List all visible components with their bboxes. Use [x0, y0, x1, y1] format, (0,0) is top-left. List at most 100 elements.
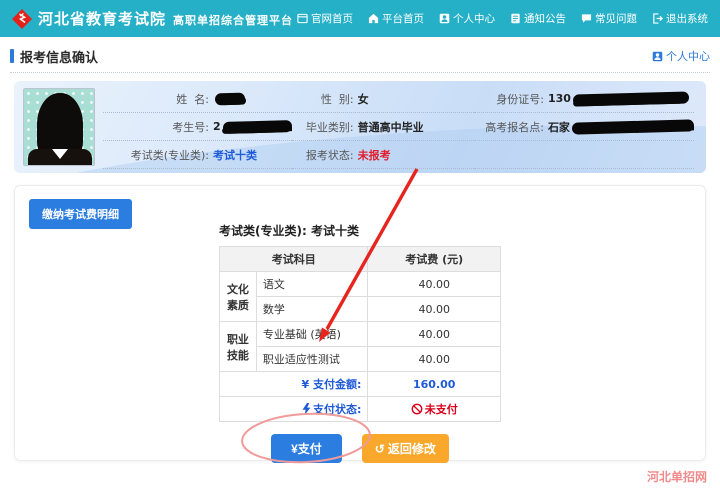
nav-faq[interactable]: 常见问题	[581, 11, 637, 26]
payment-amount-row: ¥ 支付金额: 160.00	[220, 372, 501, 397]
nav-announcements[interactable]: 通知公告	[510, 11, 566, 26]
candidate-fields-grid: 姓 名: 性 别: 女 身份证号: 130 考生号: 2 毕业类别: 普通高中毕…	[103, 85, 694, 169]
subject-math: 数学	[256, 297, 368, 322]
payment-status-value-text: 未支付	[425, 403, 458, 416]
registration-status-value: 未报考	[358, 147, 391, 163]
user-card-icon	[439, 13, 450, 24]
lightning-icon	[302, 403, 311, 415]
candidate-number-prefix: 2	[213, 120, 221, 133]
field-name: 姓 名:	[103, 85, 292, 113]
nav-logout[interactable]: 退出系统	[652, 11, 708, 26]
personal-center-label: 个人中心	[666, 48, 710, 64]
payment-status-label: 支付状态:	[220, 397, 368, 422]
nav-label: 官网首页	[311, 11, 353, 26]
col-header-fee: 考试费 (元)	[368, 247, 501, 272]
logout-icon	[652, 13, 663, 24]
pay-button[interactable]: ¥支付	[271, 434, 342, 463]
candidate-info-card: 姓 名: 性 别: 女 身份证号: 130 考生号: 2 毕业类别: 普通高中毕…	[14, 81, 706, 173]
graduation-type-label: 毕业类别:	[292, 119, 354, 135]
fee-confirmation-card: 缴纳考试费明细 考试类(专业类): 考试十类 考试科目 考试费 (元) 文化素质…	[14, 185, 706, 461]
undo-icon: ↺	[375, 442, 385, 456]
nav-personal-center[interactable]: 个人中心	[439, 11, 495, 26]
payment-amount-label: ¥ 支付金额:	[220, 372, 368, 397]
exam-class-value: 考试十类	[213, 147, 257, 163]
registration-point-prefix: 石家	[548, 119, 570, 135]
section-header: 报考信息确认 个人中心	[10, 45, 710, 67]
exam-class-label: 考试类(专业类):	[103, 147, 209, 163]
home-icon	[368, 13, 379, 24]
subject-chinese: 语文	[256, 272, 368, 297]
subject-aptitude-test: 职业适应性测试	[256, 347, 368, 372]
redaction-mark-registration-point	[572, 119, 694, 134]
field-candidate-number: 考生号: 2	[103, 113, 292, 141]
id-value-prefix: 130	[548, 92, 571, 105]
payment-status-row: 支付状态: 未支付	[220, 397, 501, 422]
nav-label: 平台首页	[382, 11, 424, 26]
table-row: 文化素质 语文 40.00	[220, 272, 501, 297]
gender-label: 性 别:	[292, 91, 354, 107]
fee-aptitude-test: 40.00	[368, 347, 501, 372]
announcement-icon	[510, 13, 521, 24]
nav-label: 退出系统	[666, 11, 708, 26]
photo-collar	[52, 149, 68, 159]
back-to-modify-label: 返回修改	[388, 442, 436, 456]
candidate-number-label: 考生号:	[103, 119, 209, 135]
fee-table-section: 考试类(专业类): 考试十类 考试科目 考试费 (元) 文化素质 语文 40.0…	[219, 186, 501, 463]
fee-table-header-row: 考试科目 考试费 (元)	[220, 247, 501, 272]
top-header-bar: 河北省教育考试院 高职单招综合管理平台 官网首页 平台首页 个人中心 通知公告 …	[0, 0, 720, 37]
fee-chinese: 40.00	[368, 272, 501, 297]
field-graduation-type: 毕业类别: 普通高中毕业	[292, 113, 474, 141]
field-gender: 性 别: 女	[292, 85, 474, 113]
page-title: 报考信息确认	[20, 47, 98, 66]
site-watermark: 河北单招网	[647, 468, 707, 485]
candidate-photo	[23, 88, 95, 166]
table-row: 数学 40.00	[220, 297, 501, 322]
col-header-subject: 考试科目	[220, 247, 368, 272]
group-vocational-skill: 职业技能	[220, 322, 257, 372]
field-empty	[474, 141, 694, 169]
user-card-icon	[652, 51, 663, 62]
nav-label: 个人中心	[453, 11, 495, 26]
gender-value: 女	[358, 91, 369, 107]
registration-status-label: 报考状态:	[292, 147, 354, 163]
graduation-type-value: 普通高中毕业	[358, 119, 424, 135]
prohibited-icon	[411, 403, 423, 415]
payment-status-label-text: 支付状态:	[313, 403, 361, 416]
fee-table-title-value: 考试十类	[311, 224, 359, 238]
registration-point-label: 高考报名点:	[474, 119, 544, 135]
pay-exam-fee-detail-button[interactable]: 缴纳考试费明细	[29, 199, 132, 229]
top-nav: 官网首页 平台首页 个人中心 通知公告 常见问题 退出系统	[297, 11, 708, 26]
action-buttons: ¥支付 ↺返回修改	[219, 434, 501, 463]
table-row: 职业技能 专业基础 (英语) 40.00	[220, 322, 501, 347]
fee-professional-basics: 40.00	[368, 322, 501, 347]
nav-official-home[interactable]: 官网首页	[297, 11, 353, 26]
personal-center-link[interactable]: 个人中心	[652, 48, 710, 64]
site-logo-icon	[12, 9, 32, 29]
section-accent-bar	[10, 49, 14, 63]
name-label: 姓 名:	[103, 91, 209, 107]
fee-table: 考试科目 考试费 (元) 文化素质 语文 40.00 数学 40.00 职业技能…	[219, 246, 501, 422]
group-cultural-quality: 文化素质	[220, 272, 257, 322]
redaction-mark-candidate-number	[223, 120, 292, 134]
field-id-number: 身份证号: 130	[474, 85, 694, 113]
org-name: 河北省教育考试院	[38, 8, 166, 29]
back-to-modify-button[interactable]: ↺返回修改	[362, 434, 449, 463]
payment-status-value: 未支付	[368, 397, 501, 422]
field-registration-status: 报考状态: 未报考	[292, 141, 474, 169]
nav-label: 通知公告	[524, 11, 566, 26]
table-row: 职业适应性测试 40.00	[220, 347, 501, 372]
fee-table-title: 考试类(专业类): 考试十类	[219, 222, 501, 239]
section-divider	[10, 72, 710, 73]
redaction-mark-id	[573, 91, 689, 106]
fee-table-title-label: 考试类(专业类):	[219, 224, 307, 238]
redaction-mark-name	[215, 92, 245, 105]
fee-math: 40.00	[368, 297, 501, 322]
id-label: 身份证号:	[474, 91, 544, 107]
nav-platform-home[interactable]: 平台首页	[368, 11, 424, 26]
platform-name: 高职单招综合管理平台	[173, 12, 293, 28]
nav-label: 常见问题	[595, 11, 637, 26]
subject-professional-basics: 专业基础 (英语)	[256, 322, 368, 347]
payment-amount-value: 160.00	[368, 372, 501, 397]
field-registration-point: 高考报名点: 石家	[474, 113, 694, 141]
field-exam-class: 考试类(专业类): 考试十类	[103, 141, 292, 169]
